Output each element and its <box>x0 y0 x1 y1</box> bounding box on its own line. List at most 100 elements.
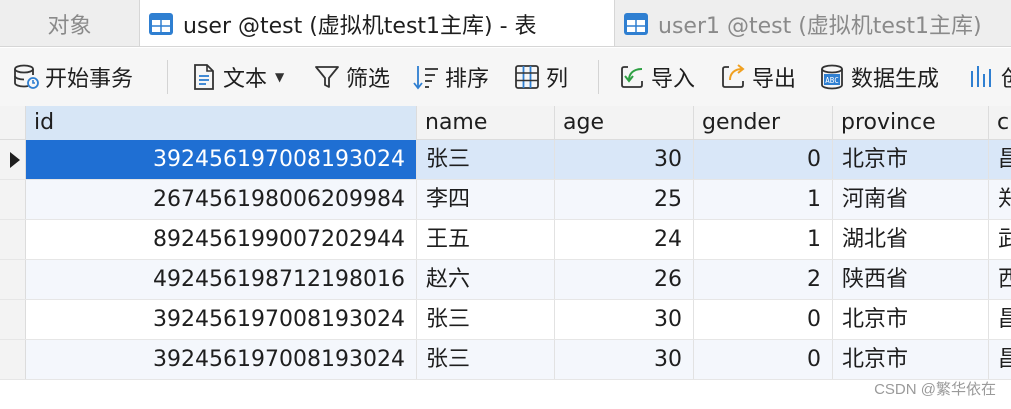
column-header-age[interactable]: age <box>555 106 694 140</box>
svg-text:ABC: ABC <box>825 76 839 85</box>
cell-name[interactable]: 张三 <box>417 340 555 379</box>
table-row[interactable]: 392456197008193024张三300北京市昌 <box>0 300 1011 340</box>
tab-user-table-label: user @test (虚拟机test1主库) - 表 <box>183 14 537 39</box>
table-row[interactable]: 392456197008193024张三300北京市昌 <box>0 340 1011 380</box>
tab-objects[interactable]: 对象 <box>0 0 140 46</box>
table-row[interactable]: 492456198712198016赵六262陕西省西 <box>0 260 1011 300</box>
column-header-name[interactable]: name <box>417 106 555 140</box>
row-header[interactable] <box>0 260 26 299</box>
row-header[interactable] <box>0 340 26 379</box>
import-label: 导入 <box>651 67 696 92</box>
cell-city[interactable]: 昌 <box>989 140 1011 179</box>
data-generation-button[interactable]: ABC 数据生成 <box>818 58 939 96</box>
columns-label: 列 <box>546 67 569 92</box>
filter-label: 筛选 <box>346 67 391 92</box>
data-grid: id name age gender province c 3924561970… <box>0 106 1011 409</box>
database-transaction-icon <box>14 64 39 89</box>
cell-id[interactable]: 892456199007202944 <box>26 220 417 259</box>
filter-icon <box>315 66 339 88</box>
export-button[interactable]: 导出 <box>719 58 796 96</box>
column-header-city[interactable]: c <box>989 106 1011 140</box>
cell-age[interactable]: 25 <box>555 180 694 219</box>
current-row-pointer-icon <box>10 152 20 168</box>
data-generation-label: 数据生成 <box>851 67 940 92</box>
column-header-gender[interactable]: gender <box>694 106 833 140</box>
cell-gender[interactable]: 2 <box>694 260 833 299</box>
tab-objects-label: 对象 <box>47 13 92 39</box>
table-row[interactable]: 267456198006209984李四251河南省郑 <box>0 180 1011 220</box>
table-row[interactable]: 892456199007202944王五241湖北省武 <box>0 220 1011 260</box>
toolbar-divider <box>167 60 168 94</box>
text-view-button[interactable]: 文本 ▼ <box>190 58 284 96</box>
tab-user1-table[interactable]: user1 @test (虚拟机test1主库) <box>614 0 1011 46</box>
export-icon <box>722 64 745 88</box>
table-row[interactable]: 392456197008193024张三300北京市昌 <box>0 140 1011 180</box>
cell-id[interactable]: 267456198006209984 <box>26 180 417 219</box>
filter-button[interactable]: 筛选 <box>313 58 390 96</box>
cell-city[interactable]: 郑 <box>989 180 1011 219</box>
toolbar-divider <box>598 60 599 94</box>
columns-grid-icon <box>515 65 539 89</box>
begin-transaction-button[interactable]: 开始事务 <box>12 58 133 96</box>
text-view-label: 文本 <box>223 67 268 92</box>
sort-button[interactable]: 排序 <box>412 58 489 96</box>
cell-age[interactable]: 26 <box>555 260 694 299</box>
begin-transaction-label: 开始事务 <box>45 67 134 92</box>
export-label: 导出 <box>752 67 797 92</box>
cell-province[interactable]: 北京市 <box>833 300 989 339</box>
cell-province[interactable]: 湖北省 <box>833 220 989 259</box>
data-generation-icon: ABC <box>821 64 843 90</box>
sort-label: 排序 <box>445 67 490 92</box>
cell-gender[interactable]: 0 <box>694 340 833 379</box>
row-header-corner <box>0 106 26 140</box>
tab-bar: 对象 user @test (虚拟机test1主库) - 表 user1 @te… <box>0 0 1011 47</box>
table-icon <box>149 13 173 35</box>
cell-city[interactable]: 武 <box>989 220 1011 259</box>
cell-age[interactable]: 30 <box>555 140 694 179</box>
cell-name[interactable]: 王五 <box>417 220 555 259</box>
cell-id[interactable]: 392456197008193024 <box>26 300 417 339</box>
table-icon <box>624 12 648 35</box>
cell-id[interactable]: 392456197008193024 <box>26 140 417 179</box>
import-icon <box>621 66 643 88</box>
create-chart-label: 创 <box>1001 61 1011 93</box>
cell-name[interactable]: 张三 <box>417 140 555 179</box>
cell-gender[interactable]: 1 <box>694 220 833 259</box>
cell-city[interactable]: 昌 <box>989 300 1011 339</box>
cell-age[interactable]: 30 <box>555 300 694 339</box>
cell-province[interactable]: 北京市 <box>833 340 989 379</box>
cell-age[interactable]: 24 <box>555 220 694 259</box>
cell-city[interactable]: 昌 <box>989 340 1011 379</box>
cell-province[interactable]: 河南省 <box>833 180 989 219</box>
toolbar: 开始事务 文本 ▼ 筛选 排序 列 导入 导出 ABC 数据生成 <box>0 48 1011 106</box>
cell-gender[interactable]: 1 <box>694 180 833 219</box>
chevron-down-icon[interactable]: ▼ <box>275 70 284 84</box>
cell-age[interactable]: 30 <box>555 340 694 379</box>
cell-id[interactable]: 492456198712198016 <box>26 260 417 299</box>
row-header[interactable] <box>0 140 26 179</box>
sort-icon <box>413 66 438 90</box>
cell-gender[interactable]: 0 <box>694 300 833 339</box>
import-button[interactable]: 导入 <box>618 58 695 96</box>
document-text-icon <box>194 64 214 90</box>
columns-button[interactable]: 列 <box>513 58 568 96</box>
cell-id[interactable]: 392456197008193024 <box>26 340 417 379</box>
cell-name[interactable]: 李四 <box>417 180 555 219</box>
watermark: CSDN @繁华依在 <box>874 381 996 398</box>
grid-header: id name age gender province c <box>0 106 1011 140</box>
cell-name[interactable]: 张三 <box>417 300 555 339</box>
cell-province[interactable]: 北京市 <box>833 140 989 179</box>
column-header-province[interactable]: province <box>833 106 989 140</box>
row-header[interactable] <box>0 220 26 259</box>
column-header-id[interactable]: id <box>26 106 417 140</box>
tab-user1-table-label: user1 @test (虚拟机test1主库) <box>658 13 982 39</box>
cell-gender[interactable]: 0 <box>694 140 833 179</box>
cell-province[interactable]: 陕西省 <box>833 260 989 299</box>
cell-name[interactable]: 赵六 <box>417 260 555 299</box>
cell-city[interactable]: 西 <box>989 260 1011 299</box>
create-chart-button[interactable]: 创 <box>968 58 1011 96</box>
row-header[interactable] <box>0 300 26 339</box>
bar-chart-icon <box>971 66 991 87</box>
row-header[interactable] <box>0 180 26 219</box>
tab-user-table[interactable]: user @test (虚拟机test1主库) - 表 <box>140 0 614 46</box>
